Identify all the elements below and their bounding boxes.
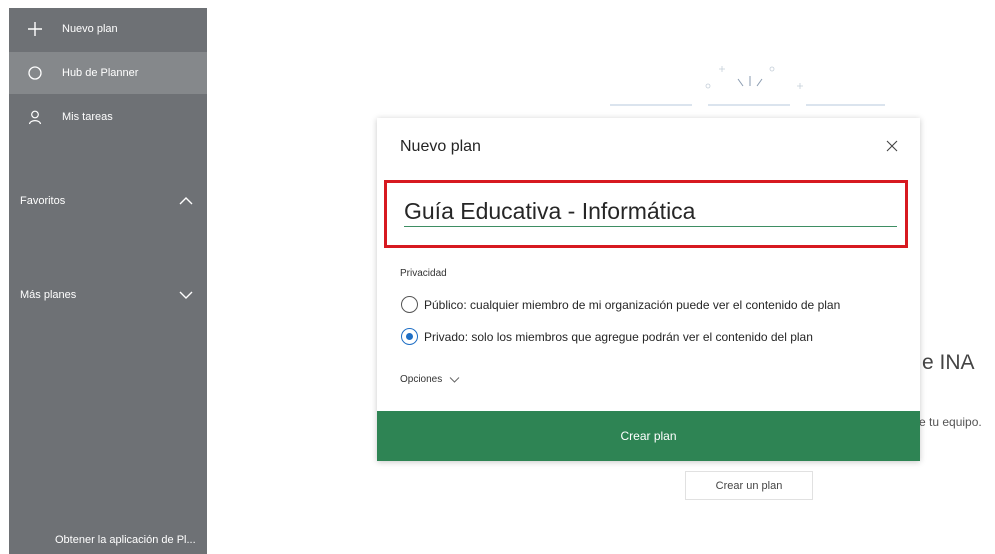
more-plans-section-header[interactable]: Más planes bbox=[9, 280, 207, 310]
favorites-section-header[interactable]: Favoritos bbox=[9, 186, 207, 216]
create-a-plan-button[interactable]: Crear un plan bbox=[685, 471, 813, 500]
circle-icon bbox=[25, 63, 45, 83]
public-radio[interactable] bbox=[401, 296, 418, 313]
privacy-option-private[interactable]: Privado: solo los miembros que agregue p… bbox=[401, 328, 813, 345]
new-plan-dialog: Nuevo plan Privacidad Público: cualquier… bbox=[377, 118, 920, 461]
private-option-label: Privado: solo los miembros que agregue p… bbox=[424, 329, 813, 344]
left-sidebar: Nuevo plan Hub de Planner Mis tareas Fav… bbox=[9, 8, 207, 554]
public-option-label: Público: cualquier miembro de mi organiz… bbox=[424, 297, 841, 312]
sidebar-item-label: Nuevo plan bbox=[62, 23, 118, 35]
private-radio[interactable] bbox=[401, 328, 418, 345]
sidebar-item-label: Mis tareas bbox=[62, 111, 113, 123]
chevron-up-icon bbox=[179, 197, 193, 205]
plus-icon bbox=[25, 19, 45, 39]
chevron-down-icon bbox=[179, 291, 193, 299]
options-label: Opciones bbox=[400, 374, 443, 385]
more-plans-label: Más planes bbox=[20, 289, 77, 301]
plan-name-input[interactable] bbox=[404, 199, 897, 227]
background-subtext: e tu equipo. bbox=[919, 415, 982, 429]
create-plan-button[interactable]: Crear plan bbox=[377, 411, 920, 461]
close-icon[interactable] bbox=[885, 139, 899, 153]
options-toggle[interactable]: Opciones bbox=[400, 374, 460, 385]
plan-name-highlight bbox=[384, 180, 908, 248]
sidebar-item-my-tasks[interactable]: Mis tareas bbox=[9, 96, 207, 138]
person-icon bbox=[25, 107, 45, 127]
empty-state-illustration bbox=[610, 66, 885, 106]
sidebar-item-label: Hub de Planner bbox=[62, 67, 139, 79]
sidebar-item-new-plan[interactable]: Nuevo plan bbox=[9, 8, 207, 50]
planner-window: Nuevo plan Hub de Planner Mis tareas Fav… bbox=[0, 0, 995, 554]
chevron-down-icon bbox=[449, 376, 460, 383]
background-heading: e INA bbox=[922, 351, 975, 374]
dialog-title: Nuevo plan bbox=[400, 138, 481, 155]
privacy-label: Privacidad bbox=[400, 268, 447, 279]
sidebar-item-planner-hub[interactable]: Hub de Planner bbox=[9, 52, 207, 94]
get-app-link[interactable]: Obtener la aplicación de Pl... bbox=[55, 534, 196, 546]
privacy-option-public[interactable]: Público: cualquier miembro de mi organiz… bbox=[401, 296, 840, 313]
favorites-label: Favoritos bbox=[20, 195, 66, 207]
